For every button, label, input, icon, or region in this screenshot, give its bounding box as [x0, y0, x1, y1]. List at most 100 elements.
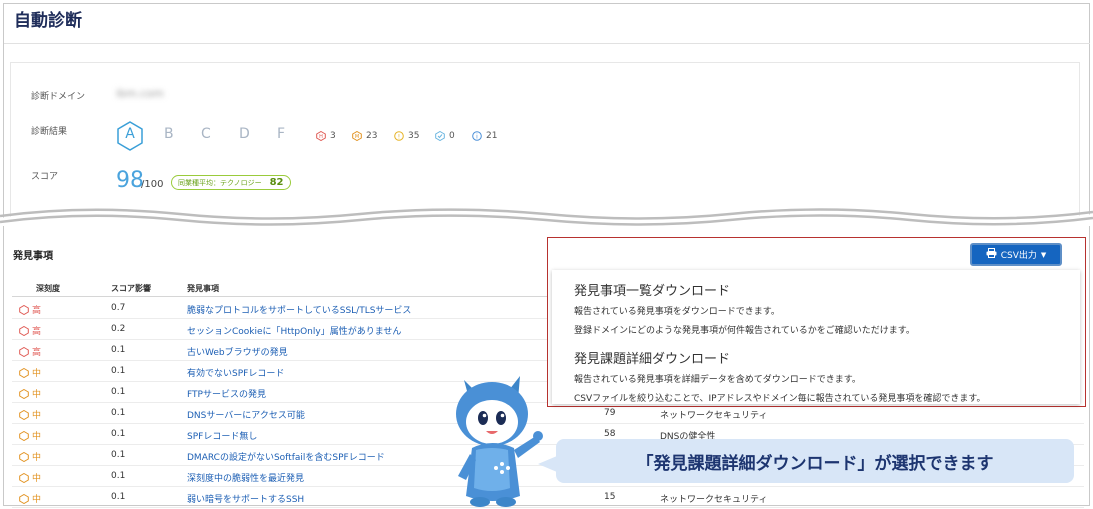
menu-item-findings-list[interactable]: 発見事項一覧ダウンロード — [574, 280, 730, 299]
count-pass: 0 — [435, 131, 455, 141]
grade-c: C — [201, 126, 211, 142]
finding-link[interactable]: セッションCookieに「HttpOnly」属性がありません — [187, 324, 401, 337]
svg-text:i: i — [476, 134, 478, 141]
grade-a: A — [125, 126, 135, 142]
impact-cell: 0.1 — [111, 345, 126, 355]
title-divider — [4, 43, 1090, 44]
finding-link[interactable]: FTPサービスの発見 — [187, 387, 266, 400]
industry-average-badge: 同業種平均：テクノロジー 82 — [171, 175, 291, 190]
impact-cell: 0.1 — [111, 492, 126, 502]
severity-label: 高 — [32, 306, 42, 316]
count-high: H 3 — [316, 131, 336, 141]
col-severity[interactable]: 深刻度 — [36, 283, 60, 294]
severity-mid-icon — [19, 409, 29, 420]
table-row[interactable]: 中 0.1 弱い暗号をサポートするSSH 15 ネットワークセキュリティ — [12, 487, 1084, 508]
grade-b: B — [164, 126, 174, 142]
industry-average-value: 82 — [269, 177, 284, 188]
svg-text:!: ! — [398, 134, 400, 141]
count-info: i 21 — [472, 131, 497, 141]
findings-title: 発見事項 — [13, 251, 53, 262]
severity-label: 中 — [32, 432, 42, 442]
severity-label: 中 — [32, 411, 42, 421]
section-break-wave — [0, 208, 1093, 226]
score-value: 98 — [116, 168, 144, 193]
finding-link[interactable]: 弱い暗号をサポートするSSH — [187, 492, 304, 505]
score-label: スコア — [31, 172, 59, 182]
severity-label: 中 — [32, 495, 42, 505]
impact-cell: 0.1 — [111, 408, 126, 418]
severity-cell: 中 — [19, 387, 41, 400]
page-title: 自動診断 — [14, 11, 82, 31]
menu-item-findings-list-desc2: 登録ドメインにどのような発見事項が何件報告されているかをご確認いただけます。 — [574, 326, 915, 336]
severity-cell: 中 — [19, 408, 41, 421]
count-cell: 15 — [604, 492, 616, 502]
score-max: /100 — [141, 179, 164, 190]
category-cell: ネットワークセキュリティ — [660, 495, 768, 505]
count-low: ! 35 — [394, 131, 419, 141]
finding-link[interactable]: DNSサーバーにアクセス可能 — [187, 408, 305, 421]
severity-cell: 高 — [19, 324, 41, 337]
severity-cell: 中 — [19, 492, 41, 505]
finding-link[interactable]: SPFレコード無し — [187, 429, 257, 442]
csv-export-button[interactable]: CSV出力 ▼ — [970, 243, 1062, 266]
impact-cell: 0.1 — [111, 471, 126, 481]
severity-label: 中 — [32, 390, 42, 400]
menu-item-issue-detail[interactable]: 発見課題詳細ダウンロード — [574, 348, 730, 367]
svg-text:H: H — [319, 134, 323, 140]
severity-mid-icon — [19, 388, 29, 399]
severity-label: 中 — [32, 369, 42, 379]
severity-label: 高 — [32, 348, 42, 358]
industry-average-label: 同業種平均：テクノロジー — [178, 178, 262, 187]
finding-link[interactable]: DMARCの設定がないSoftfailを含むSPFレコード — [187, 450, 385, 463]
domain-label: 診断ドメイン — [31, 92, 86, 102]
csv-export-menu: 発見事項一覧ダウンロード 報告されている発見事項をダウンロードできます。 登録ド… — [552, 270, 1080, 404]
severity-mid-icon — [19, 451, 29, 462]
impact-cell: 0.1 — [111, 429, 126, 439]
severity-mid-icon: M — [352, 131, 362, 141]
mascot-illustration — [456, 376, 543, 507]
severity-cell: 高 — [19, 303, 41, 316]
severity-label: 中 — [32, 474, 42, 484]
severity-cell: 中 — [19, 429, 41, 442]
impact-cell: 0.1 — [111, 366, 126, 376]
severity-cell: 中 — [19, 366, 41, 379]
count-cell: 58 — [604, 429, 616, 439]
severity-low-icon: ! — [394, 131, 404, 141]
menu-item-issue-detail-desc2: CSVファイルを絞り込むことで、IPアドレスやドメイン毎に報告されている発見事項… — [574, 394, 986, 404]
summary-panel — [10, 62, 1080, 222]
severity-high-icon — [19, 325, 29, 336]
severity-high-icon — [19, 346, 29, 357]
impact-cell: 0.1 — [111, 387, 126, 397]
callout-tail — [538, 456, 557, 472]
severity-label: 高 — [32, 327, 42, 337]
grade-f: F — [277, 126, 286, 142]
severity-mid-icon — [19, 367, 29, 378]
finding-link[interactable]: 古いWebブラウザの発見 — [187, 345, 288, 358]
csv-export-label: CSV出力 — [1000, 251, 1037, 261]
severity-label: 中 — [32, 453, 42, 463]
severity-mid-icon — [19, 430, 29, 441]
finding-link[interactable]: 有効でないSPFレコード — [187, 366, 284, 379]
category-cell: ネットワークセキュリティ — [660, 411, 768, 421]
grade-d: D — [239, 126, 250, 142]
severity-mid-icon — [19, 472, 29, 483]
count-mid: M 23 — [352, 131, 377, 141]
caret-down-icon: ▼ — [1040, 250, 1047, 259]
severity-cell: 高 — [19, 345, 41, 358]
col-finding[interactable]: 発見事項 — [187, 283, 219, 294]
printer-icon — [986, 248, 997, 261]
impact-cell: 0.2 — [111, 324, 126, 334]
severity-high-icon — [19, 304, 29, 315]
finding-link[interactable]: 脆弱なプロトコルをサポートしているSSL/TLSサービス — [187, 303, 411, 316]
result-label: 診断結果 — [31, 127, 68, 137]
count-cell: 79 — [604, 408, 616, 418]
info-icon: i — [472, 131, 482, 141]
check-shield-icon — [435, 131, 445, 141]
callout-message: 「発見課題詳細ダウンロード」が選択できます — [556, 439, 1074, 483]
csv-export-highlight: CSV出力 ▼ 発見事項一覧ダウンロード 報告されている発見事項をダウンロードで… — [547, 237, 1086, 407]
severity-cell: 中 — [19, 450, 41, 463]
impact-cell: 0.1 — [111, 450, 126, 460]
col-impact[interactable]: スコア影響 — [111, 283, 151, 294]
menu-item-issue-detail-desc1: 報告されている発見事項を詳細データを含めてダウンロードできます。 — [574, 375, 861, 385]
finding-link[interactable]: 深刻度中の脆弱性を最近発見 — [187, 471, 304, 484]
